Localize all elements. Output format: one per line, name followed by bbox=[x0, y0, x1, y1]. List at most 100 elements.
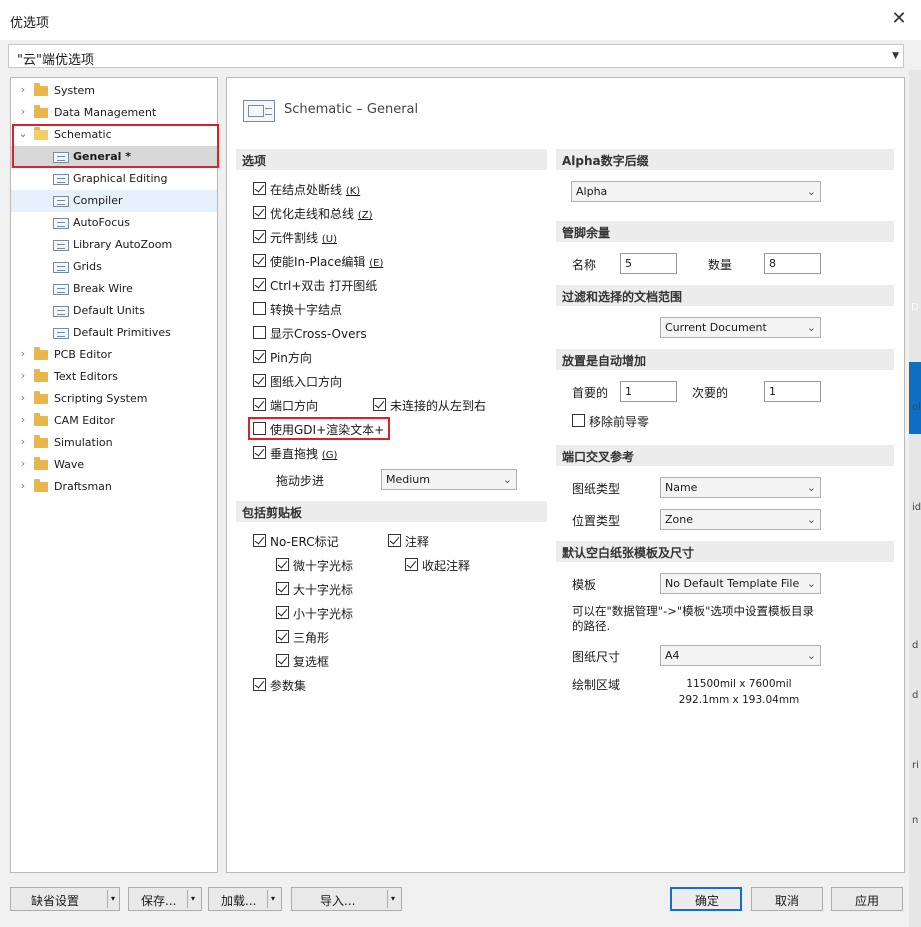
primary-increment-input[interactable]: 1 bbox=[620, 381, 677, 402]
chevron-down-icon: ⌄ bbox=[806, 185, 816, 198]
dropdown-arrow-icon[interactable]: ▾ bbox=[391, 894, 395, 903]
dropdown-arrow-icon[interactable]: ▾ bbox=[191, 894, 195, 903]
section-auto-increment: 放置是自动增加 bbox=[556, 349, 894, 370]
checkbox-box[interactable] bbox=[253, 678, 266, 691]
sheet-size-select[interactable]: A4 ⌄ bbox=[660, 645, 821, 666]
checkbox-box[interactable] bbox=[253, 326, 266, 339]
checkbox-box[interactable] bbox=[572, 414, 585, 427]
tree-item-autofocus[interactable]: AutoFocus bbox=[11, 212, 217, 234]
dropdown-arrow-icon[interactable]: ▾ bbox=[271, 894, 275, 903]
tree-item-scripting-system[interactable]: › Scripting System bbox=[11, 388, 217, 410]
window-title: 优选项 bbox=[10, 16, 50, 31]
checkbox-box[interactable] bbox=[253, 534, 266, 547]
secondary-increment-input[interactable]: 1 bbox=[764, 381, 821, 402]
checkbox-box[interactable] bbox=[276, 654, 289, 667]
section-alpha-suffix: Alpha数字后缀 bbox=[556, 149, 894, 170]
load-button[interactable]: 加载... ▾ bbox=[208, 887, 282, 911]
section-pin-margin: 管脚余量 bbox=[556, 221, 894, 242]
page-icon bbox=[53, 328, 69, 339]
defaults-button[interactable]: 缺省设置 ▾ bbox=[10, 887, 120, 911]
checkbox-box[interactable] bbox=[276, 558, 289, 571]
checkbox-box[interactable] bbox=[253, 302, 266, 315]
highlight-annotation-gdi bbox=[248, 417, 390, 440]
tree-item-break-wire[interactable]: Break Wire bbox=[11, 278, 217, 300]
primary-increment-label: 首要的 bbox=[572, 386, 609, 400]
checkbox-box[interactable] bbox=[276, 582, 289, 595]
checkbox-box[interactable] bbox=[405, 558, 418, 571]
drag-step-select[interactable]: Medium ⌄ bbox=[381, 469, 517, 490]
checkbox-box[interactable] bbox=[253, 398, 266, 411]
chevron-right-icon[interactable]: › bbox=[17, 457, 29, 470]
chevron-down-icon: ⌄ bbox=[806, 321, 816, 334]
pin-name-input[interactable]: 5 bbox=[620, 253, 677, 274]
folder-icon bbox=[34, 347, 48, 360]
section-clipboard: 包括剪贴板 bbox=[236, 501, 547, 522]
checkbox-box[interactable] bbox=[253, 350, 266, 363]
checkbox-box[interactable] bbox=[373, 398, 386, 411]
tree-item-compiler[interactable]: Compiler bbox=[11, 190, 217, 212]
chevron-right-icon[interactable]: › bbox=[17, 105, 29, 118]
tree-item-grids[interactable]: Grids bbox=[11, 256, 217, 278]
chevron-right-icon[interactable]: › bbox=[17, 347, 29, 360]
tree-item-wave[interactable]: › Wave bbox=[11, 454, 217, 476]
apply-button[interactable]: 应用 bbox=[831, 887, 903, 911]
edge-glyph: n bbox=[912, 815, 919, 826]
import-button[interactable]: 导入... ▾ bbox=[291, 887, 402, 911]
tree-item-text-editors[interactable]: › Text Editors bbox=[11, 366, 217, 388]
checkbox-box[interactable] bbox=[276, 630, 289, 643]
profile-select[interactable]: "云"端优选项 ▼ bbox=[8, 44, 904, 68]
folder-icon bbox=[34, 479, 48, 492]
alpha-suffix-select[interactable]: Alpha ⌄ bbox=[571, 181, 821, 202]
page-icon bbox=[53, 174, 69, 185]
chevron-right-icon[interactable]: › bbox=[17, 391, 29, 404]
dropdown-arrow-icon[interactable]: ▾ bbox=[111, 894, 115, 903]
tree-item-cam-editor[interactable]: › CAM Editor bbox=[11, 410, 217, 432]
save-button[interactable]: 保存... ▾ bbox=[128, 887, 202, 911]
checkbox-box[interactable] bbox=[253, 254, 266, 267]
sheet-size-label: 图纸尺寸 bbox=[572, 650, 621, 664]
checkbox-box[interactable] bbox=[253, 278, 266, 291]
close-icon[interactable]: ✕ bbox=[889, 8, 909, 30]
checkbox-box[interactable] bbox=[276, 606, 289, 619]
edge-glyph: ol bbox=[912, 402, 921, 413]
tree-item-default-units[interactable]: Default Units bbox=[11, 300, 217, 322]
tree-item-system[interactable]: › System bbox=[11, 80, 217, 102]
chevron-right-icon[interactable]: › bbox=[17, 83, 29, 96]
tree-item-draftsman[interactable]: › Draftsman bbox=[11, 476, 217, 498]
checkbox-box[interactable] bbox=[253, 230, 266, 243]
sheet-type-select[interactable]: Name ⌄ bbox=[660, 477, 821, 498]
title-bar: 优选项 ✕ bbox=[0, 0, 921, 40]
settings-panel: Schematic – General 选项 在结点处断线 (K) 优化走线和总… bbox=[226, 77, 905, 873]
tree-item-pcb-editor[interactable]: › PCB Editor bbox=[11, 344, 217, 366]
chevron-right-icon[interactable]: › bbox=[17, 413, 29, 426]
position-type-select[interactable]: Zone ⌄ bbox=[660, 509, 821, 530]
checkbox-box[interactable] bbox=[253, 206, 266, 219]
tree-item-simulation[interactable]: › Simulation bbox=[11, 432, 217, 454]
checkbox-box[interactable] bbox=[388, 534, 401, 547]
cancel-button[interactable]: 取消 bbox=[751, 887, 823, 911]
chevron-down-icon: ⌄ bbox=[806, 649, 816, 662]
tree-item-data-management[interactable]: › Data Management bbox=[11, 102, 217, 124]
edge-glyph: D bbox=[911, 302, 919, 313]
template-select[interactable]: No Default Template File ⌄ bbox=[660, 573, 821, 594]
tree-item-graphical-editing[interactable]: Graphical Editing bbox=[11, 168, 217, 190]
background-highlight bbox=[909, 362, 921, 434]
chevron-down-icon: ⌄ bbox=[502, 473, 512, 486]
ok-button[interactable]: 确定 bbox=[670, 887, 742, 911]
tree-item-default-primitives[interactable]: Default Primitives bbox=[11, 322, 217, 344]
checkbox-box[interactable] bbox=[253, 374, 266, 387]
chevron-right-icon[interactable]: › bbox=[17, 479, 29, 492]
page-icon bbox=[53, 218, 69, 229]
chevron-right-icon[interactable]: › bbox=[17, 435, 29, 448]
folder-icon bbox=[34, 435, 48, 448]
pin-count-input[interactable]: 8 bbox=[764, 253, 821, 274]
chevron-right-icon[interactable]: › bbox=[17, 369, 29, 382]
checkbox-box[interactable] bbox=[253, 182, 266, 195]
section-port-cross-reference: 端口交叉参考 bbox=[556, 445, 894, 466]
tree-item-library-autozoom[interactable]: Library AutoZoom bbox=[11, 234, 217, 256]
checkbox-box[interactable] bbox=[253, 446, 266, 459]
edge-glyph: d bbox=[912, 640, 919, 651]
edge-glyph: id bbox=[912, 502, 921, 513]
filter-scope-select[interactable]: Current Document ⌄ bbox=[660, 317, 821, 338]
pin-name-label: 名称 bbox=[572, 258, 597, 272]
